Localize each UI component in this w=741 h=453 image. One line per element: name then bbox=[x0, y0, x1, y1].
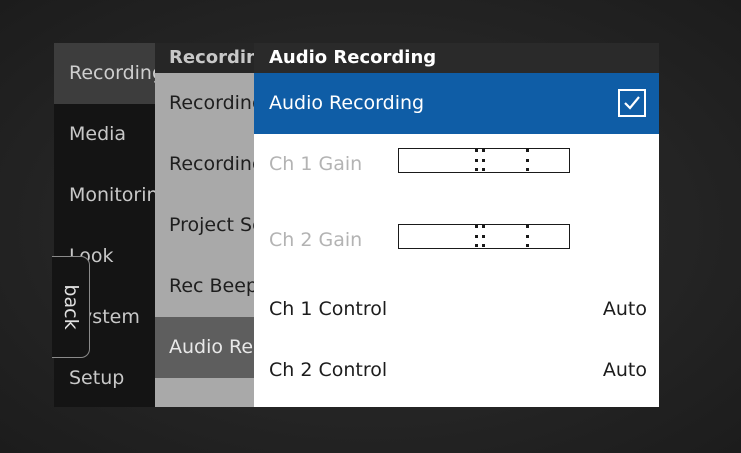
ch1-gain-row[interactable]: Ch 1 Gain bbox=[254, 134, 659, 210]
ch2-control-label: Ch 2 Control bbox=[269, 359, 388, 381]
back-label: back bbox=[59, 284, 82, 330]
menu-item-media[interactable]: Media bbox=[54, 104, 155, 165]
submenu-item-recording-2[interactable]: Recording bbox=[155, 134, 255, 195]
ch1-control-value: Auto bbox=[602, 298, 647, 320]
audio-recording-checkbox[interactable] bbox=[618, 89, 646, 117]
submenu-item-project-settings[interactable]: Project Settings bbox=[155, 195, 255, 256]
menu-item-recording[interactable]: Recording bbox=[54, 43, 155, 104]
checkmark-icon bbox=[624, 96, 640, 110]
ch1-control-row[interactable]: Ch 1 Control Auto bbox=[254, 286, 659, 332]
submenu-item-audio-recording[interactable]: Audio Recording bbox=[155, 317, 255, 378]
ch1-gain-label: Ch 1 Gain bbox=[269, 153, 363, 175]
menu-item-monitoring[interactable]: Monitoring bbox=[54, 165, 155, 226]
ch2-control-row[interactable]: Ch 2 Control Auto bbox=[254, 332, 659, 407]
back-button[interactable]: back bbox=[52, 256, 90, 358]
audio-recording-panel: Audio Recording Audio Recording Ch 1 Gai… bbox=[254, 43, 659, 407]
ch2-control-value: Auto bbox=[602, 359, 647, 381]
panel-title: Audio Recording bbox=[254, 43, 659, 73]
submenu-title: Recording bbox=[155, 43, 255, 73]
audio-recording-label: Audio Recording bbox=[269, 92, 425, 114]
submenu-item-rec-beeper[interactable]: Rec Beeper bbox=[155, 256, 255, 317]
ch2-gain-label: Ch 2 Gain bbox=[269, 229, 363, 251]
submenu-item-recording-1[interactable]: Recording bbox=[155, 73, 255, 134]
ch1-gain-meter[interactable] bbox=[398, 148, 570, 173]
ch1-control-label: Ch 1 Control bbox=[269, 298, 388, 320]
ch2-gain-meter[interactable] bbox=[398, 224, 570, 249]
ch2-gain-row[interactable]: Ch 2 Gain bbox=[254, 210, 659, 286]
audio-recording-toggle-row[interactable]: Audio Recording bbox=[254, 73, 659, 134]
recording-submenu: Recording Recording Recording Project Se… bbox=[155, 43, 255, 407]
